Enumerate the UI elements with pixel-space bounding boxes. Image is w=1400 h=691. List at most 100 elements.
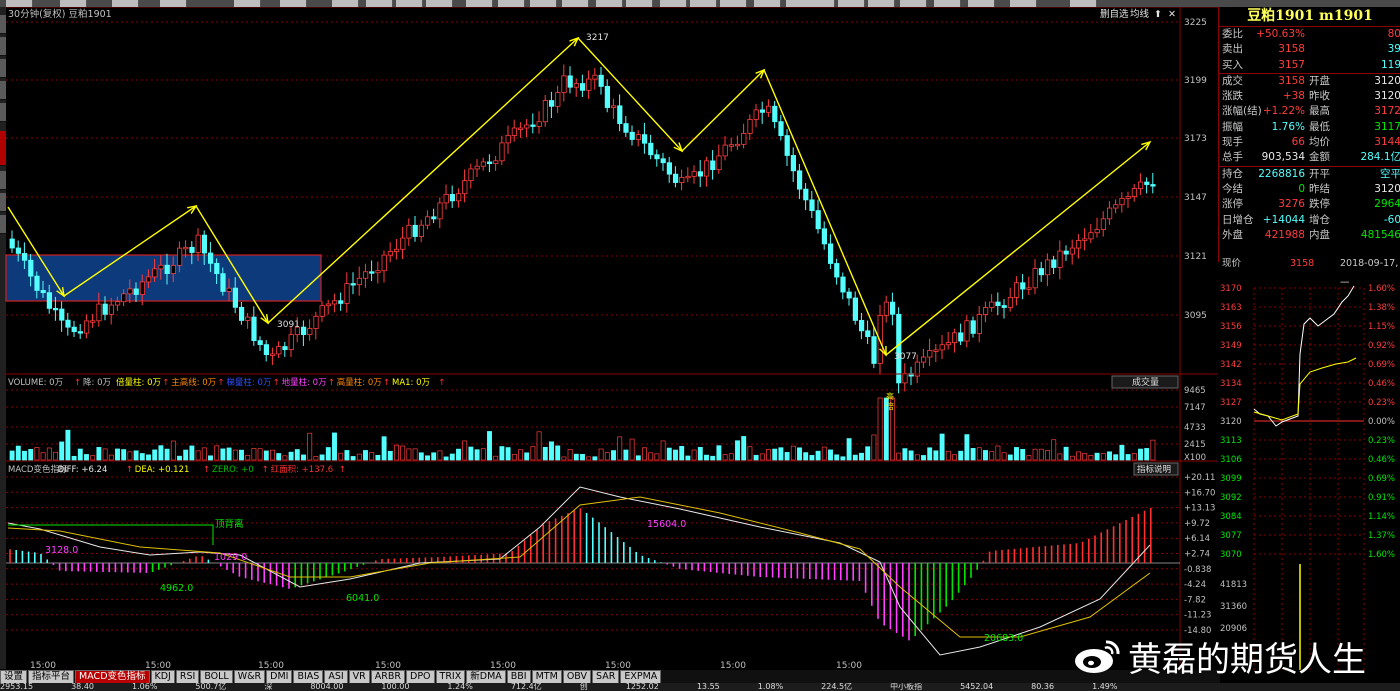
volume-bar [189, 445, 195, 461]
toolbar-button[interactable] [868, 0, 895, 7]
indicator-tab[interactable]: DPO [406, 670, 435, 684]
toolbar-button[interactable] [396, 0, 423, 7]
time-axis-label: 15:00 [836, 661, 862, 670]
toolbar-button[interactable] [754, 0, 781, 7]
volume-bar [214, 445, 220, 461]
diff-line [7, 486, 1151, 656]
volume-bar [195, 450, 201, 461]
candle-body [226, 287, 232, 292]
indicator-tab[interactable]: BIAS [293, 670, 324, 684]
main-chart-area[interactable]: 30分钟(复权) 豆粕1901 删自选 均线 ⬆ ✕ 3225319931733… [0, 7, 1218, 670]
volume-bar [896, 452, 902, 461]
candle-body [307, 328, 313, 335]
indicator-tab[interactable]: W&R [233, 670, 266, 684]
indicator-tab[interactable]: TRIX [435, 670, 466, 684]
chart-title: 30分钟(复权) 豆粕1901 [8, 8, 112, 20]
candle-body [828, 243, 834, 264]
intraday-pct-label: 1.37% [1368, 531, 1395, 541]
volume-bar [456, 448, 461, 461]
indicator-tab[interactable]: ASI [324, 670, 348, 684]
indicator-tab[interactable]: 指标平台 [28, 670, 75, 684]
volume-bar [270, 449, 275, 461]
toolbar-button[interactable] [466, 0, 493, 7]
volume-legend-item: 高量柱: 0万 [337, 377, 382, 388]
quote-row: 涨幅(结) +1.22% 最高 3172 [1219, 104, 1400, 119]
indicator-tab[interactable]: MTM [531, 670, 562, 684]
toolbar-button[interactable] [530, 0, 557, 7]
toolbar-button[interactable] [1070, 0, 1097, 7]
quote-volume: 119 [1380, 58, 1400, 71]
volume-legend-item: 主高线: 0万 [171, 377, 216, 388]
intraday-pct-label: 1.60% [1368, 550, 1395, 560]
toolbar-button[interactable] [366, 0, 393, 7]
toolbar-button[interactable] [60, 0, 87, 7]
toolbar-button[interactable] [498, 0, 525, 7]
indicator-tab[interactable]: 设置 [0, 670, 28, 684]
toolbar-button[interactable] [160, 0, 187, 7]
quote-value: 0 [1298, 182, 1305, 195]
toolbar-button[interactable] [234, 0, 261, 7]
candle-body [716, 155, 722, 171]
toolbar-button[interactable] [6, 0, 33, 7]
status-value: 创 [579, 683, 588, 691]
quote-row: 卖出 3158 39 [1219, 42, 1400, 57]
toolbar-button[interactable] [838, 0, 865, 7]
toolbar-button[interactable] [968, 0, 995, 7]
scroll-up-button[interactable]: ⬆ [1154, 9, 1162, 20]
toolbar-button[interactable] [596, 0, 623, 7]
quote-label: 持仓 [1222, 167, 1243, 180]
toolbar-button[interactable] [332, 0, 359, 7]
quote-label: 外盘 [1222, 228, 1243, 241]
volume-bar [809, 455, 815, 461]
indicator-tab[interactable]: VR [348, 670, 370, 684]
toolbar-button[interactable] [426, 0, 453, 7]
volume-bar [642, 447, 647, 461]
toolbar-button[interactable] [690, 0, 717, 7]
intraday-pct-label: 0.00% [1368, 417, 1395, 427]
ma-button[interactable]: 均线 [1130, 8, 1150, 20]
status-value: 100.00 [381, 683, 410, 691]
indicator-tab[interactable]: OBV [562, 670, 592, 684]
macd-legend-item: DIFF: +6.24 [58, 465, 108, 475]
indicator-tab[interactable]: MACD变色指标 [75, 670, 150, 684]
candle-body [201, 234, 207, 254]
indicator-tab[interactable]: SAR [592, 670, 620, 684]
quote-label: 金额 [1309, 151, 1330, 164]
candle-body [65, 319, 71, 328]
intraday-pct-label: 1.14% [1368, 512, 1395, 522]
volume-bar [412, 448, 418, 461]
close-button[interactable]: ✕ [1168, 9, 1176, 20]
toolbar-button[interactable] [808, 0, 835, 7]
indicator-tab[interactable]: DMI [266, 670, 293, 684]
indicator-tab[interactable]: 新DMA [466, 670, 506, 684]
volume-bar [567, 449, 573, 461]
volume-bar [493, 455, 499, 461]
toolbar-button[interactable] [1010, 0, 1037, 7]
intraday-chart[interactable]: 3170 1.60% 3163 1.38% 3156 1.15% 3149 0.92% 3142… [1218, 274, 1400, 670]
toolbar-button[interactable] [900, 0, 927, 7]
candle-body [276, 346, 282, 355]
candle-body [890, 301, 896, 315]
toolbar-button[interactable] [112, 0, 139, 7]
volume-bar [921, 455, 926, 461]
indicator-tab[interactable]: EXPMA [620, 670, 662, 684]
candle-body [710, 160, 716, 171]
toolbar-button[interactable] [626, 0, 653, 7]
candle-body [344, 283, 350, 304]
remove-watch-button[interactable]: 删自选 [1100, 8, 1129, 20]
toolbar-button[interactable] [934, 0, 961, 7]
toolbar-button[interactable] [660, 0, 687, 7]
toolbar-button[interactable] [720, 0, 747, 7]
indicator-tab[interactable]: ARBR [370, 670, 405, 684]
toolbar-button[interactable] [562, 0, 589, 7]
indicator-tab[interactable]: BOLL [200, 670, 233, 684]
indicator-tab[interactable]: RSI [175, 670, 200, 684]
top-right-buttons[interactable]: 删自选 均线 ⬆ ✕ [1100, 8, 1176, 20]
candle-body [753, 109, 759, 120]
candle-body [617, 105, 623, 124]
indicator-tab[interactable]: BBI [506, 670, 531, 684]
candle-body [431, 216, 437, 220]
indicator-tab[interactable]: KDJ [150, 670, 175, 684]
toolbar-button[interactable] [280, 0, 307, 7]
quote-label: 卖出 [1222, 43, 1243, 56]
